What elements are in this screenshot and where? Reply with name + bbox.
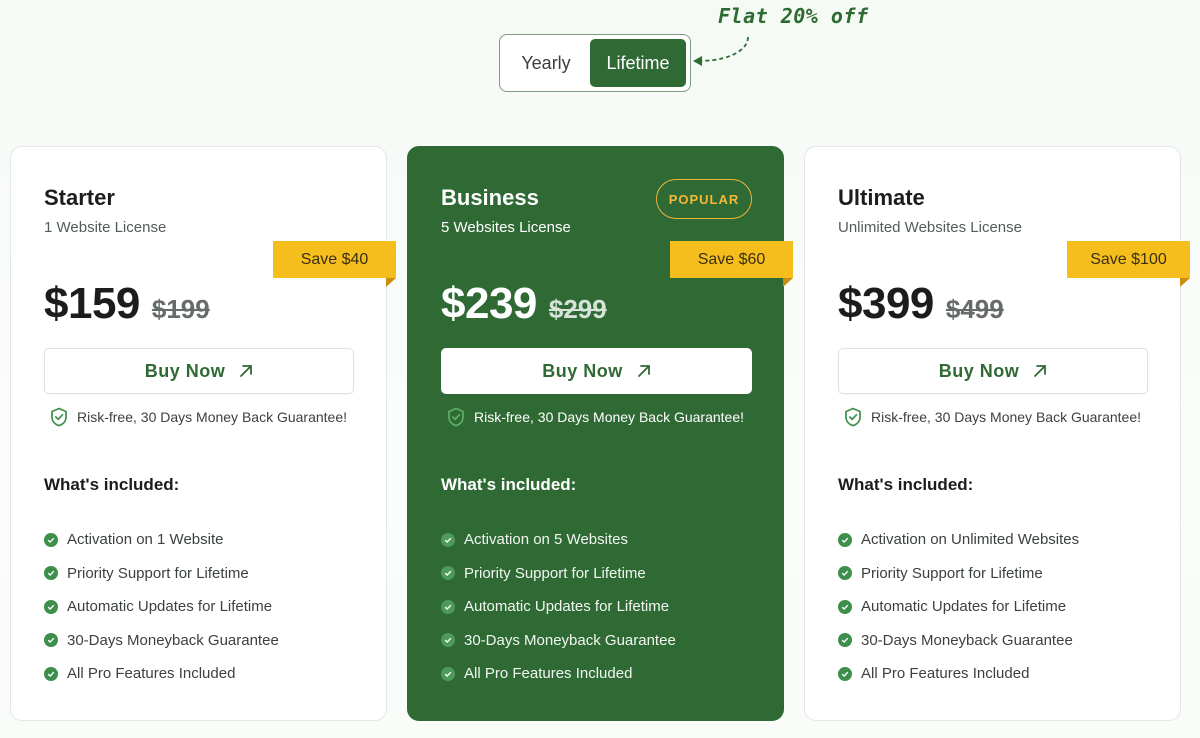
original-price: $199 xyxy=(151,294,210,324)
feature-text: All Pro Features Included xyxy=(861,665,1030,683)
arrow-up-right-icon xyxy=(1034,365,1047,377)
feature-text: Automatic Updates for Lifetime xyxy=(464,598,670,616)
feature-text: 30-Days Moneyback Guarantee xyxy=(861,631,1073,649)
feature-item: Automatic Updates for Lifetime xyxy=(441,590,676,624)
buy-now-label: Buy Now xyxy=(542,360,623,381)
promo-note: Flat 20% off xyxy=(718,4,869,28)
feature-text: Activation on Unlimited Websites xyxy=(861,531,1080,549)
check-circle-icon xyxy=(44,599,58,614)
billing-toggle: Yearly Lifetime xyxy=(499,34,691,92)
guarantee-note: Risk-free, 30 Days Money Back Guarantee! xyxy=(844,407,1141,427)
check-circle-icon xyxy=(838,666,852,681)
feature-item: 30-Days Moneyback Guarantee xyxy=(838,624,1079,658)
included-title: What's included: xyxy=(441,475,577,494)
plan-license: 1 Website License xyxy=(44,219,167,236)
feature-item: Priority Support for Lifetime xyxy=(838,557,1079,591)
feature-item: All Pro Features Included xyxy=(44,657,279,691)
check-circle-icon xyxy=(441,666,455,681)
check-circle-icon xyxy=(838,566,852,581)
feature-text: Activation on 1 Website xyxy=(67,531,224,549)
check-circle-icon xyxy=(44,666,58,681)
feature-item: All Pro Features Included xyxy=(838,657,1079,691)
check-circle-icon xyxy=(838,633,852,648)
check-circle-icon xyxy=(441,566,455,581)
feature-text: Priority Support for Lifetime xyxy=(67,564,249,582)
save-badge: Save $60 xyxy=(670,241,793,287)
feature-list: Activation on 5 Websites Priority Suppor… xyxy=(441,523,676,691)
guarantee-text: Risk-free, 30 Days Money Back Guarantee! xyxy=(474,409,745,425)
feature-item: Activation on 1 Website xyxy=(44,523,279,557)
check-circle-icon xyxy=(838,599,852,614)
check-circle-icon xyxy=(441,599,455,614)
popular-badge: POPULAR xyxy=(656,179,752,219)
feature-item: All Pro Features Included xyxy=(441,657,676,691)
shield-check-icon xyxy=(448,407,464,427)
feature-item: 30-Days Moneyback Guarantee xyxy=(441,624,676,658)
buy-now-button[interactable]: Buy Now xyxy=(838,348,1148,394)
save-badge: Save $40 xyxy=(273,241,396,287)
feature-item: Priority Support for Lifetime xyxy=(441,557,676,591)
arrow-up-right-icon xyxy=(240,365,253,377)
buy-now-label: Buy Now xyxy=(144,360,226,381)
original-price: $499 xyxy=(945,294,1004,324)
feature-item: Automatic Updates for Lifetime xyxy=(838,590,1079,624)
price-block: $239 $299 xyxy=(441,279,607,329)
current-price: $399 xyxy=(838,279,934,328)
guarantee-text: Risk-free, 30 Days Money Back Guarantee! xyxy=(77,409,348,425)
price-block: $159 $199 xyxy=(44,279,210,329)
plan-license: Unlimited Websites License xyxy=(838,219,1022,236)
check-circle-icon xyxy=(441,532,455,547)
check-circle-icon xyxy=(44,566,58,581)
guarantee-text: Risk-free, 30 Days Money Back Guarantee! xyxy=(871,409,1142,425)
shield-check-icon xyxy=(51,407,67,427)
check-circle-icon xyxy=(44,532,58,547)
plan-card-ultimate: Ultimate Unlimited Websites License Save… xyxy=(804,146,1190,721)
feature-item: Priority Support for Lifetime xyxy=(44,557,279,591)
feature-item: Activation on Unlimited Websites xyxy=(838,523,1079,557)
buy-now-button[interactable]: Buy Now xyxy=(44,348,354,394)
feature-text: 30-Days Moneyback Guarantee xyxy=(464,631,676,649)
buy-now-label: Buy Now xyxy=(938,360,1020,381)
shield-check-icon xyxy=(845,407,861,427)
save-badge: Save $100 xyxy=(1067,241,1190,287)
dashed-arrow-icon xyxy=(693,36,749,66)
feature-text: 30-Days Moneyback Guarantee xyxy=(67,631,279,649)
plan-card-business: Business 5 Websites License POPULAR Save… xyxy=(407,146,793,721)
feature-item: 30-Days Moneyback Guarantee xyxy=(44,624,279,658)
plan-name: Ultimate xyxy=(838,185,925,210)
feature-text: Automatic Updates for Lifetime xyxy=(67,598,273,616)
feature-item: Automatic Updates for Lifetime xyxy=(44,590,279,624)
check-circle-icon xyxy=(838,532,852,547)
price-block: $399 $499 xyxy=(838,279,1004,329)
guarantee-note: Risk-free, 30 Days Money Back Guarantee! xyxy=(50,407,347,427)
feature-list: Activation on Unlimited Websites Priorit… xyxy=(838,523,1079,691)
feature-text: Activation on 5 Websites xyxy=(464,531,628,549)
feature-text: All Pro Features Included xyxy=(67,665,236,683)
feature-item: Activation on 5 Websites xyxy=(441,523,676,557)
included-title: What's included: xyxy=(838,475,974,494)
buy-now-button[interactable]: Buy Now xyxy=(441,348,752,394)
original-price: $299 xyxy=(548,294,607,324)
plan-license: 5 Websites License xyxy=(441,219,571,236)
plan-name: Business xyxy=(441,185,539,210)
check-circle-icon xyxy=(441,633,455,648)
toggle-lifetime[interactable]: Lifetime xyxy=(590,39,686,87)
toggle-yearly[interactable]: Yearly xyxy=(504,39,588,87)
current-price: $159 xyxy=(44,279,140,328)
check-circle-icon xyxy=(44,633,58,648)
plan-card-starter: Starter 1 Website License Save $40 $159 … xyxy=(10,146,396,721)
current-price: $239 xyxy=(441,279,537,328)
feature-text: Priority Support for Lifetime xyxy=(861,564,1043,582)
arrow-up-right-icon xyxy=(637,365,650,377)
plan-name: Starter xyxy=(44,185,115,210)
feature-text: Automatic Updates for Lifetime xyxy=(861,598,1067,616)
feature-list: Activation on 1 Website Priority Support… xyxy=(44,523,279,691)
feature-text: Priority Support for Lifetime xyxy=(464,564,646,582)
feature-text: All Pro Features Included xyxy=(464,665,633,683)
included-title: What's included: xyxy=(44,475,180,494)
guarantee-note: Risk-free, 30 Days Money Back Guarantee! xyxy=(447,407,744,427)
